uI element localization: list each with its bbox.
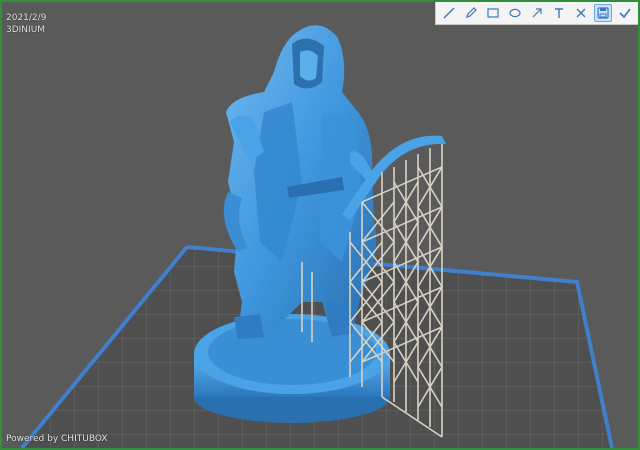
arrow-tool-button[interactable] [528, 4, 546, 22]
ellipse-tool-button[interactable] [506, 4, 524, 22]
pen-tool-button[interactable] [462, 4, 480, 22]
line-tool-button[interactable] [440, 4, 458, 22]
cancel-tool-button[interactable] [572, 4, 590, 22]
ellipse-icon [509, 8, 521, 18]
app-frame: 2021/2/9 3DINIUM Powered by CHITUBOX [0, 0, 640, 450]
rectangle-icon [487, 8, 499, 18]
text-tool-button[interactable] [550, 4, 568, 22]
save-tool-button[interactable] [594, 4, 612, 22]
arrow-icon [532, 8, 542, 18]
check-icon [619, 8, 631, 19]
hud-overlay: 2021/2/9 3DINIUM [6, 12, 46, 36]
close-icon [576, 8, 586, 18]
3d-viewport[interactable] [2, 2, 638, 448]
annotation-toolbar [435, 2, 638, 25]
rectangle-tool-button[interactable] [484, 4, 502, 22]
model-base [194, 314, 390, 423]
pen-icon [466, 7, 477, 18]
text-icon [555, 8, 563, 18]
line-icon [443, 7, 455, 19]
brand-label: 3DINIUM [6, 25, 46, 35]
confirm-tool-button[interactable] [616, 4, 634, 22]
save-icon [597, 7, 609, 19]
date-label: 2021/2/9 [6, 13, 47, 23]
footer-label: Powered by CHITUBOX [6, 434, 108, 444]
